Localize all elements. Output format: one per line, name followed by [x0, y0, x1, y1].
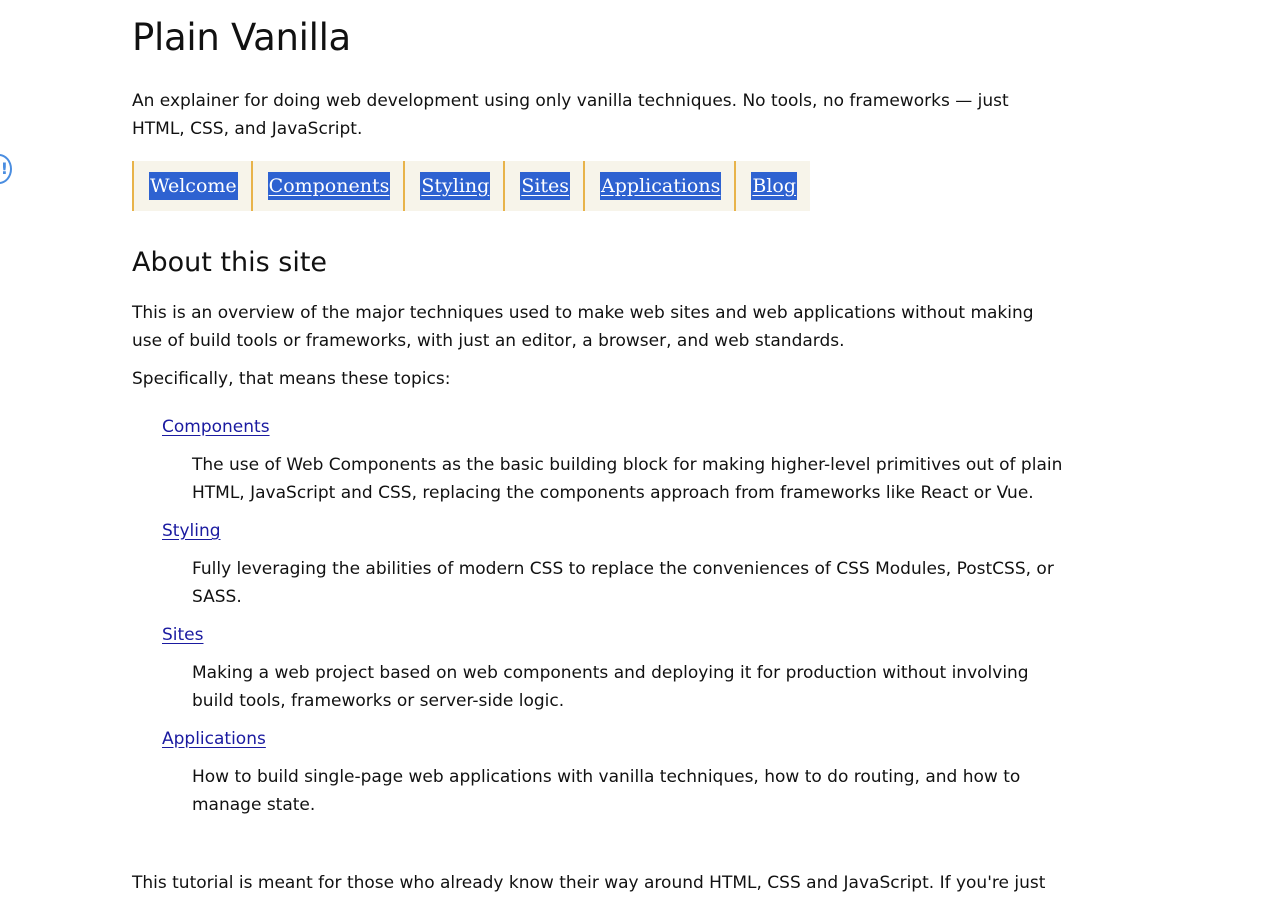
page-title: Plain Vanilla	[132, 16, 351, 59]
nav-link-components[interactable]: Components	[267, 172, 391, 200]
topic-link-styling[interactable]: Styling	[162, 521, 221, 541]
topic-description: Making a web project based on web compon…	[192, 663, 1029, 711]
topic-description: The use of Web Components as the basic b…	[192, 455, 1063, 503]
nav-item-blog[interactable]: Blog	[734, 161, 810, 211]
topic-description: How to build single-page web application…	[192, 767, 1021, 815]
topic-term: Applications	[162, 725, 1062, 753]
nav-link-sites[interactable]: Sites	[520, 172, 571, 200]
topic-description: Fully leveraging the abilities of modern…	[192, 559, 1054, 607]
topic-term: Styling	[162, 517, 1062, 545]
nav-item-applications[interactable]: Applications	[583, 161, 734, 211]
alert-icon[interactable]	[0, 154, 12, 184]
topic-term: Sites	[162, 621, 1062, 649]
main-nav: Welcome Components Styling Sites Applica…	[132, 161, 810, 211]
topic-link-sites[interactable]: Sites	[162, 625, 204, 645]
topic-link-components[interactable]: Components	[162, 417, 270, 437]
section-title: About this site	[132, 247, 328, 278]
topic-term: Components	[162, 413, 1062, 441]
topics-list: Components The use of Web Components as …	[162, 413, 1062, 829]
nav-item-components[interactable]: Components	[250, 161, 404, 211]
outro-paragraph: This tutorial is meant for those who alr…	[132, 873, 1046, 893]
topics-lead: Specifically, that means these topics:	[132, 369, 451, 389]
nav-item-welcome[interactable]: Welcome	[132, 161, 251, 211]
nav-link-applications[interactable]: Applications	[600, 172, 722, 200]
nav-item-sites[interactable]: Sites	[503, 161, 583, 211]
topic-link-applications[interactable]: Applications	[162, 729, 266, 749]
intro-paragraph: This is an overview of the major techniq…	[132, 303, 1034, 351]
nav-link-blog[interactable]: Blog	[751, 172, 797, 200]
nav-link-welcome[interactable]: Welcome	[149, 172, 238, 200]
nav-item-styling[interactable]: Styling	[403, 161, 503, 211]
nav-link-styling[interactable]: Styling	[420, 172, 491, 200]
site-tagline: An explainer for doing web development u…	[132, 91, 1009, 139]
